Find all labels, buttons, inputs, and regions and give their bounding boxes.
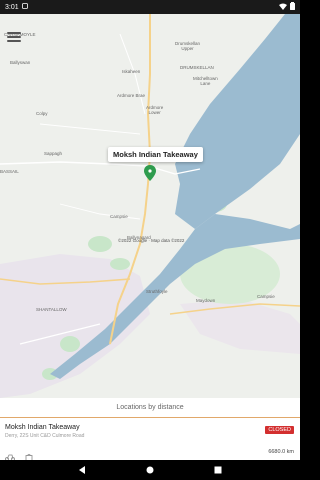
location-name: Moksh Indian Takeaway [5, 424, 80, 431]
notification-icon [21, 3, 28, 11]
map-attribution: ©2022 Google · Map data ©2022 [118, 238, 185, 243]
delivery-icon [5, 448, 15, 461]
menu-line [7, 40, 21, 42]
map-view[interactable]: CARNAMOYLE Ballyswan Drumskellan Upper I… [0, 14, 300, 398]
recents-icon[interactable] [214, 461, 222, 479]
wifi-icon [279, 3, 287, 12]
location-item[interactable]: Moksh Indian Takeaway Derry, 22S Unit C&… [0, 418, 300, 461]
map-label-sappagh: Sappagh [44, 151, 63, 156]
location-address: Derry, 22S Unit C&D Culmore Road [5, 433, 85, 439]
map-label-drumskellan-upper: Drumskellan Upper [175, 41, 201, 52]
menu-line [7, 32, 21, 34]
map-label-shantallow: SHANTALLOW [36, 307, 67, 312]
clock: 3:01 [5, 3, 19, 11]
map-label-ardmore-brae: Ardmore Brae [117, 93, 146, 98]
map-label-iskaheen: Iskaheen [122, 69, 141, 74]
panel-header: Locations by distance [0, 398, 300, 418]
location-distance: 6680.0 km [268, 449, 294, 455]
map-label-ballyswan: Ballyswan [10, 60, 31, 65]
map-label-bassail: BASSAIL [0, 169, 19, 174]
map-label-colpy: Colpy [36, 111, 48, 116]
marker-popup[interactable]: Moksh Indian Takeaway [108, 147, 203, 162]
map-label-campsie-mid: Campsie [110, 214, 128, 219]
map-label-campsie: Campsie [257, 294, 275, 299]
map-label-ardmore-lower: Ardmore Lower [146, 105, 164, 116]
map-label-drumskellan: DRUMSKELLAN [180, 65, 214, 70]
menu-button[interactable] [6, 30, 22, 44]
home-icon[interactable] [146, 461, 154, 479]
system-nav-bar [0, 460, 300, 480]
battery-icon [290, 2, 295, 12]
map-label-struthfoyle: Struthfoyle [146, 289, 168, 294]
map-label-mitchelltown: Mitchelltown Lane [193, 76, 218, 87]
locations-panel: Locations by distance Moksh Indian Takea… [0, 398, 300, 461]
status-badge: CLOSED [265, 426, 294, 434]
map-marker[interactable] [144, 165, 156, 181]
collection-bag-icon [25, 448, 35, 461]
map-canvas [0, 14, 300, 398]
back-icon[interactable] [78, 461, 86, 479]
menu-line [7, 36, 21, 38]
status-bar: 3:01 [0, 0, 300, 14]
map-label-maydown: Maydown [196, 298, 216, 303]
